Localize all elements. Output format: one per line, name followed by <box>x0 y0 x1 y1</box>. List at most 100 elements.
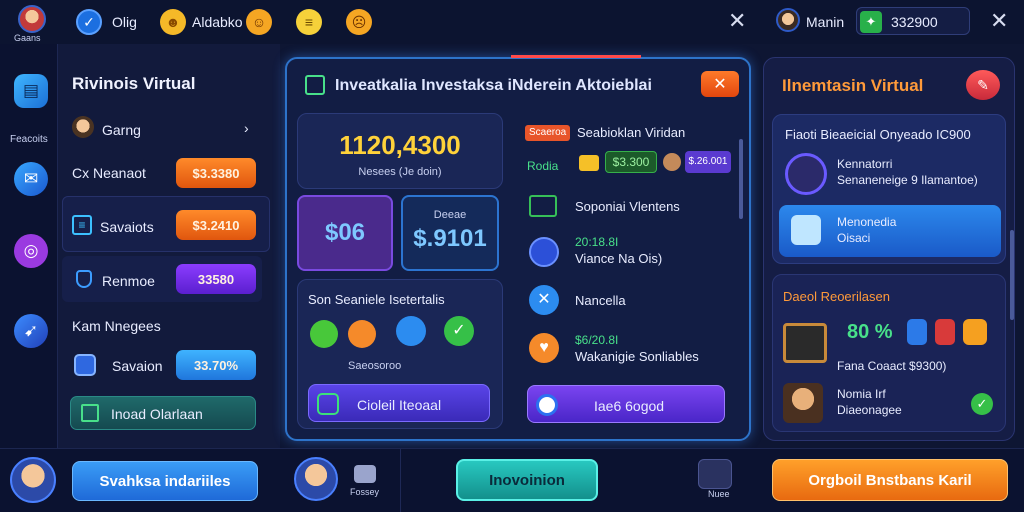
tag-icon-1 <box>907 319 927 345</box>
user-avatar[interactable] <box>18 5 46 33</box>
left-row-1-label[interactable]: Cx Neanaot <box>72 165 146 181</box>
app-icon-2[interactable] <box>348 320 376 348</box>
link-icon <box>536 394 558 416</box>
book-icon[interactable]: ▤ <box>14 74 48 108</box>
app-icon-1[interactable] <box>310 320 338 348</box>
chevron-right-icon[interactable]: › <box>244 120 249 136</box>
item1-value-2[interactable]: $.26.001 <box>685 151 731 173</box>
center-title: Inveatkalia Investaksa iNderein Aktoiebl… <box>335 77 652 94</box>
check-icon[interactable]: ✓ <box>76 9 102 35</box>
bottom-button-1[interactable]: Svahksa indariiles <box>72 461 258 501</box>
right-item1-line2[interactable]: Senaneneige 9 Ilamantoe) <box>837 173 978 187</box>
avatar-label: Gaans <box>14 33 41 43</box>
scrollbar[interactable] <box>739 139 743 219</box>
topbar-item-2[interactable]: Aldabko <box>192 14 243 30</box>
document-icon: ≡ <box>72 215 92 235</box>
section-title: Son Seaniele Isetertalis <box>308 292 445 307</box>
profile-avatar[interactable] <box>776 8 800 32</box>
app-icon-3[interactable] <box>396 316 426 346</box>
right-col-button-label: Iae6 6ogod <box>594 398 665 414</box>
left-row-4-label: Kam Nnegees <box>72 318 161 334</box>
bottom-avatar-2[interactable] <box>294 457 338 501</box>
balance-box[interactable]: ✦ 332900 <box>856 7 970 35</box>
settings-icon[interactable] <box>698 459 732 489</box>
chat-icon[interactable]: ✉ <box>14 162 48 196</box>
big-number: 1120,4300 <box>339 130 461 160</box>
top-bar: Gaans ✓ Olig ☻ Aldabko ☺ ≡ ☹ ✕ Manin ✦ 3… <box>0 0 1024 44</box>
check-circle-icon-2[interactable]: ✓ <box>971 393 993 415</box>
left-row-3-value[interactable]: 33580 <box>176 264 256 294</box>
bottom-avatar[interactable] <box>10 457 56 503</box>
menu-icon[interactable]: ≡ <box>296 9 322 35</box>
left-row-2-label[interactable]: Savaiots <box>100 219 154 235</box>
item2[interactable]: Soponiai Vlentens <box>575 199 680 214</box>
right-close-button[interactable]: ✎ <box>966 70 1000 100</box>
bottom-bar: Svahksa indariiles Fossey Inovoinion Nue… <box>0 448 1024 512</box>
envelope-icon <box>529 195 557 217</box>
footer-line2: Diaeonagee <box>837 403 902 417</box>
center-close-button[interactable]: ✕ <box>701 71 739 97</box>
profile-name[interactable]: Manin <box>806 14 844 30</box>
emoji-icon-2[interactable]: ☹ <box>346 9 372 35</box>
close-icon[interactable]: ✕ <box>728 8 746 34</box>
left-panel: Rivinois Virtual Garng › Cx Neanaot $3.3… <box>58 44 280 448</box>
left-row-2-value[interactable]: $3.2410 <box>176 210 256 240</box>
topbar-item-1[interactable]: Olig <box>112 14 137 30</box>
bird-icon: ✕ <box>529 285 559 315</box>
section-card: Son Seaniele Isetertalis ✓ Saeosoroo Cio… <box>297 279 503 429</box>
right-card-title: Fiaoti Bieaeicial Onyeado IC900 <box>785 127 971 142</box>
badge-text: Seabioklan Viridan <box>577 125 686 140</box>
left-row-1-value[interactable]: $3.3380 <box>176 158 256 188</box>
bell-icon[interactable] <box>354 465 376 483</box>
top-accent <box>511 55 641 58</box>
bottom-button-2[interactable]: Inovoinion <box>456 459 598 501</box>
gear-icon <box>529 237 559 267</box>
action-button[interactable]: Cioleil Iteoaal <box>308 384 490 422</box>
emoji-icon[interactable]: ☺ <box>246 9 272 35</box>
person-icon <box>783 383 823 423</box>
percent-value: 80 % <box>847 321 893 343</box>
player-avatar <box>72 116 94 138</box>
stat-1-value: $06 <box>324 219 366 246</box>
item5-line2[interactable]: Wakanigie Sonliables <box>575 349 699 364</box>
check-circle-icon[interactable]: ✓ <box>444 316 474 346</box>
right-section-title: Daeol Reoerilasen <box>783 289 890 304</box>
stat-2-label: Deeae <box>433 209 467 221</box>
target-icon[interactable]: ◎ <box>14 234 48 268</box>
right-panel: Ilnemtasin Virtual ✎ Fiaoti Bieaeicial O… <box>763 57 1015 441</box>
close-icon-2[interactable]: ✕ <box>990 8 1008 34</box>
left-bottom-button[interactable]: Inoad Olarlaan <box>70 396 256 430</box>
left-row-3-label[interactable]: Renmoe <box>102 273 155 289</box>
right-item2-highlight[interactable]: Menonedia Oisaci <box>779 205 1001 257</box>
left-row-5-label[interactable]: Savaion <box>112 358 163 374</box>
tag-icon-2 <box>935 319 955 345</box>
right-col-button[interactable]: Iae6 6ogod <box>527 385 725 423</box>
gold-icon <box>579 155 599 171</box>
item4[interactable]: Nancella <box>575 293 626 308</box>
compass-icon[interactable]: ➹ <box>14 314 48 348</box>
left-row-0-label[interactable]: Garng <box>102 122 141 138</box>
fine-text: Fana Coaact $9300) <box>837 359 947 373</box>
right-scrollbar[interactable] <box>1010 230 1014 320</box>
right-item2-line2: Oisaci <box>837 231 871 245</box>
item1-value-1[interactable]: $3.300 <box>605 151 657 173</box>
right-item1-line1[interactable]: Kennatorri <box>837 157 892 171</box>
bottom-divider <box>400 449 401 512</box>
heart-icon-2 <box>963 319 987 345</box>
right-item2-line1: Menonedia <box>837 215 897 229</box>
rail-label: Feacoits <box>10 134 48 145</box>
item3-line1: 20:18.8I <box>575 235 619 249</box>
robot-icon <box>791 215 821 245</box>
left-panel-title: Rivinois Virtual <box>72 74 196 93</box>
stat-2-value: $.9101 <box>413 225 487 252</box>
item3-line2[interactable]: Viance Na Ois) <box>575 251 662 266</box>
stat-card-2[interactable]: Deeae $.9101 <box>401 195 499 271</box>
square-icon <box>74 354 96 376</box>
building-icon <box>81 404 99 422</box>
bottom-button-3[interactable]: Orgboil Bnstbans Karil <box>772 459 1008 501</box>
user-avatar-small <box>663 153 681 171</box>
big-number-sub: Nesees (Je doin) <box>358 166 442 178</box>
left-row-5-value[interactable]: 33.70% <box>176 350 256 380</box>
stat-card-1[interactable]: $06 <box>297 195 393 271</box>
center-panel: Inveatkalia Investaksa iNderein Aktoiebl… <box>285 55 751 441</box>
